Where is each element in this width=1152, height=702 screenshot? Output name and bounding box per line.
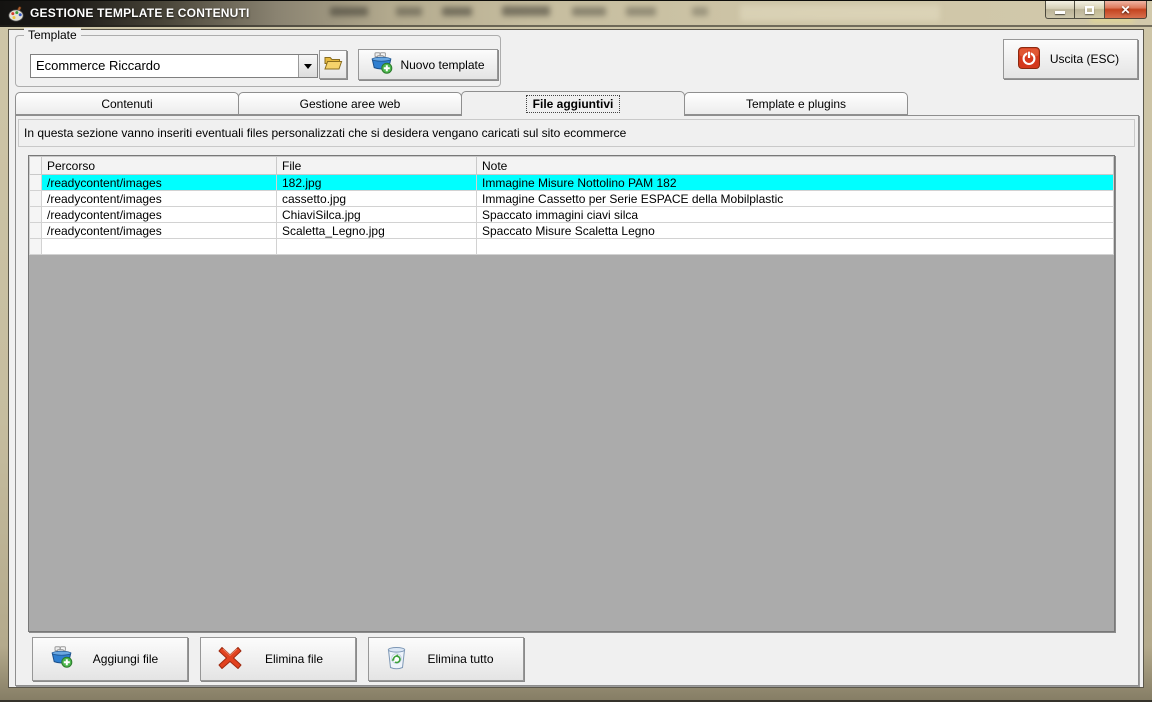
- titlebar[interactable]: GESTIONE TEMPLATE E CONTENUTI ✕: [0, 1, 1152, 27]
- tab-page-file-aggiuntivi: In questa sezione vanno inseriti eventua…: [15, 115, 1139, 686]
- power-icon: [1018, 46, 1040, 72]
- table-row[interactable]: /readycontent/images ChiaviSilca.jpg Spa…: [29, 206, 1114, 223]
- cell-file[interactable]: [276, 238, 477, 255]
- files-grid[interactable]: Percorso File Note /readycontent/images …: [28, 155, 1115, 632]
- add-file-button[interactable]: Aggiungi file: [32, 637, 188, 681]
- cell-percorso[interactable]: /readycontent/images: [41, 174, 277, 191]
- exit-button[interactable]: Uscita (ESC): [1003, 39, 1138, 79]
- maximize-icon: [1085, 5, 1094, 14]
- template-combo-value: Ecommerce Riccardo: [36, 58, 161, 73]
- cell-note[interactable]: Spaccato immagini ciavi silca: [476, 206, 1114, 223]
- row-selector-cell[interactable]: [29, 206, 42, 223]
- red-x-icon: [217, 645, 243, 674]
- table-header-row: Percorso File Note: [29, 156, 1114, 175]
- recycle-bin-icon: [385, 645, 408, 673]
- cell-note[interactable]: Immagine Misure Nottolino PAM 182: [476, 174, 1114, 191]
- tab-label: Template e plugins: [745, 96, 847, 111]
- app-palette-icon: [8, 6, 24, 22]
- tab-label: Contenuti: [101, 96, 153, 111]
- cell-file[interactable]: 182.jpg: [276, 174, 477, 191]
- row-selector-cell[interactable]: [29, 174, 42, 191]
- add-file-label: Aggiungi file: [92, 652, 159, 666]
- new-template-button[interactable]: Nuovo template: [358, 49, 498, 80]
- cell-percorso[interactable]: /readycontent/images: [41, 206, 277, 223]
- template-groupbox: Template Ecommerce Riccardo Nuovo templa…: [15, 28, 501, 87]
- chevron-down-icon: [304, 63, 312, 69]
- add-file-bin-icon: [49, 646, 74, 672]
- minimize-icon: [1055, 10, 1065, 14]
- row-selector-cell[interactable]: [29, 238, 42, 255]
- combo-dropdown-button[interactable]: [298, 55, 317, 77]
- selector-header-cell: [29, 156, 42, 175]
- window-controls: ✕: [1045, 1, 1147, 19]
- cell-percorso[interactable]: [41, 238, 277, 255]
- delete-all-button[interactable]: Elimina tutto: [368, 637, 524, 681]
- row-selector-cell[interactable]: [29, 190, 42, 207]
- cell-note[interactable]: Immagine Cassetto per Serie ESPACE della…: [476, 190, 1114, 207]
- tab-template-e-plugins[interactable]: Template e plugins: [684, 92, 908, 115]
- template-combobox[interactable]: Ecommerce Riccardo: [30, 54, 318, 78]
- close-icon: ✕: [1120, 2, 1131, 17]
- app-window: GESTIONE TEMPLATE E CONTENUTI ✕ Template…: [0, 0, 1152, 702]
- open-folder-icon: [323, 55, 343, 74]
- delete-file-label: Elimina file: [264, 652, 324, 666]
- row-selector-cell[interactable]: [29, 222, 42, 239]
- window-title: GESTIONE TEMPLATE E CONTENUTI: [30, 6, 250, 20]
- cell-file[interactable]: Scaletta_Legno.jpg: [276, 222, 477, 239]
- column-header-note[interactable]: Note: [476, 156, 1114, 175]
- table-row[interactable]: /readycontent/images 182.jpg Immagine Mi…: [29, 174, 1114, 191]
- exit-button-label: Uscita (ESC): [1049, 52, 1120, 66]
- tab-bar: Contenuti Gestione aree web File aggiunt…: [15, 91, 908, 116]
- column-header-file[interactable]: File: [276, 156, 477, 175]
- browse-folder-button[interactable]: [319, 50, 347, 79]
- cell-file[interactable]: ChiaviSilca.jpg: [276, 206, 477, 223]
- tab-label: Gestione aree web: [299, 96, 401, 111]
- cell-percorso[interactable]: /readycontent/images: [41, 190, 277, 207]
- template-group-label: Template: [24, 28, 81, 42]
- cell-file[interactable]: cassetto.jpg: [276, 190, 477, 207]
- info-panel: In questa sezione vanno inseriti eventua…: [18, 119, 1135, 147]
- client-area: Template Ecommerce Riccardo Nuovo templa…: [8, 28, 1144, 688]
- tab-gestione-aree-web[interactable]: Gestione aree web: [238, 92, 462, 115]
- table-row[interactable]: [29, 238, 1114, 255]
- delete-file-button[interactable]: Elimina file: [200, 637, 356, 681]
- add-template-bin-icon: [369, 51, 394, 78]
- files-table-body: /readycontent/images 182.jpg Immagine Mi…: [29, 174, 1114, 255]
- column-header-percorso[interactable]: Percorso: [41, 156, 277, 175]
- table-row[interactable]: /readycontent/images Scaletta_Legno.jpg …: [29, 222, 1114, 239]
- table-row[interactable]: /readycontent/images cassetto.jpg Immagi…: [29, 190, 1114, 207]
- cell-note[interactable]: [476, 238, 1114, 255]
- new-template-label: Nuovo template: [400, 57, 485, 72]
- tab-label: File aggiuntivi: [525, 95, 621, 113]
- close-button[interactable]: ✕: [1105, 1, 1147, 19]
- tab-file-aggiuntivi[interactable]: File aggiuntivi: [461, 91, 685, 116]
- delete-all-label: Elimina tutto: [427, 652, 494, 666]
- maximize-button[interactable]: [1075, 1, 1105, 19]
- info-text: In questa sezione vanno inseriti eventua…: [24, 126, 627, 140]
- minimize-button[interactable]: [1045, 1, 1075, 19]
- tab-contenuti[interactable]: Contenuti: [15, 92, 239, 115]
- files-table: Percorso File Note /readycontent/images …: [29, 156, 1114, 255]
- cell-percorso[interactable]: /readycontent/images: [41, 222, 277, 239]
- cell-note[interactable]: Spaccato Misure Scaletta Legno: [476, 222, 1114, 239]
